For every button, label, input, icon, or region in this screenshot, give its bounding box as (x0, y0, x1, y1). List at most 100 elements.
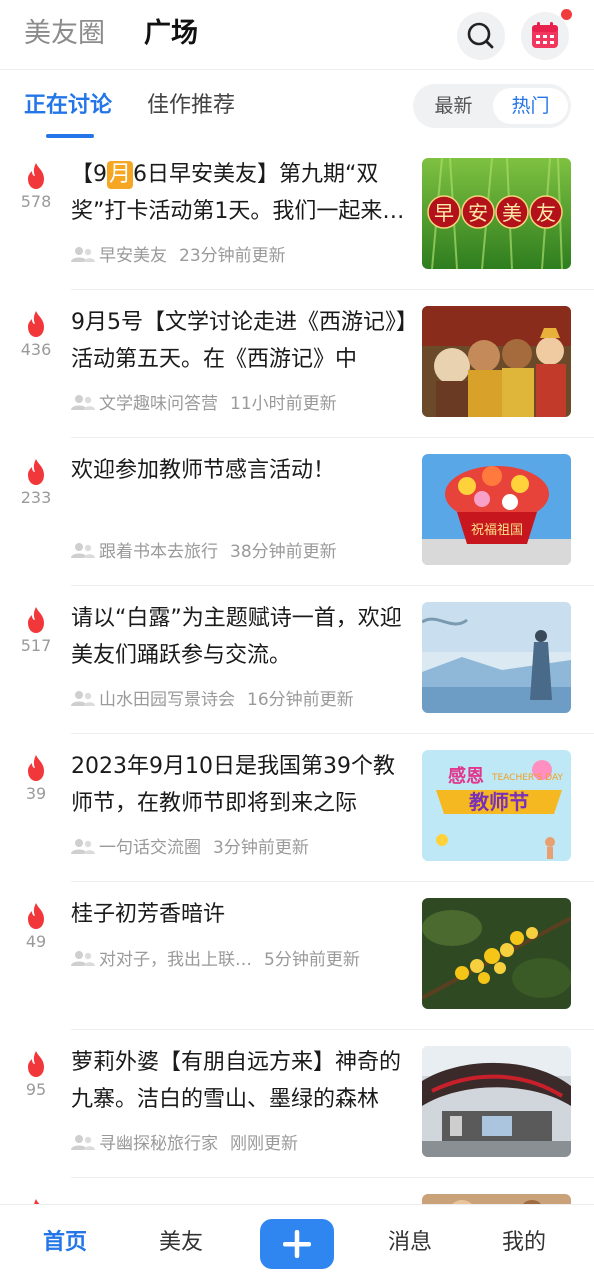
white-dew-painting-image (422, 602, 571, 713)
feed-item[interactable] (0, 1178, 594, 1204)
thumb-caption-zh: 教师节 (469, 790, 529, 814)
post-title[interactable]: 2023年9月10日是我国第39个教师节，在教师节即将到来之际 (71, 748, 407, 822)
post-thumbnail[interactable] (422, 1194, 571, 1204)
sub-tab-bar: 正在讨论 佳作推荐 最新 热门 (0, 70, 594, 142)
tab-meiyouquan[interactable]: 美友圈 (24, 14, 105, 54)
post-title[interactable]: 桂子初芳香暗许 (71, 896, 407, 933)
circle-name[interactable]: 文学趣味问答营 (99, 390, 218, 418)
fire-icon (28, 1051, 44, 1077)
plus-icon (283, 1230, 311, 1258)
nav-messages[interactable]: 消息 (388, 1225, 432, 1261)
circle-name[interactable]: 跟着书本去旅行 (99, 538, 218, 566)
top-bar: 美友圈 广场 (0, 0, 594, 70)
people-icon (71, 543, 95, 558)
circle-name[interactable]: 早安美友 (99, 242, 167, 270)
bottom-nav: 首页 美友 消息 我的 (0, 1204, 594, 1280)
partial-image (422, 1194, 571, 1204)
notification-dot (561, 9, 572, 20)
post-title[interactable]: 萝莉外婆【有朋自远方来】神奇的九寨。洁白的雪山、墨绿的森林 (71, 1044, 407, 1118)
post-meta: 山水田园写景诗会 16分钟前更新 (71, 686, 411, 714)
hot-count: 95 (25, 1080, 47, 1099)
hot-count: 49 (25, 932, 47, 951)
people-icon (71, 951, 95, 966)
thumb-caption: 感恩 (448, 765, 484, 787)
journey-west-image (422, 306, 571, 417)
post-title[interactable]: 9月5号【文学讨论走进《西游记》】活动第五天。在《西游记》中 (71, 304, 407, 378)
update-time: 23分钟前更新 (179, 246, 286, 266)
add-button[interactable] (260, 1219, 334, 1269)
fire-icon (28, 903, 44, 929)
post-thumbnail[interactable] (422, 898, 571, 1009)
search-button[interactable] (457, 12, 505, 60)
circle-name[interactable]: 山水田园写景诗会 (99, 686, 235, 714)
fire-icon (28, 607, 44, 633)
sort-toggle: 最新 热门 (413, 84, 571, 128)
thumb-char: 友 (536, 201, 556, 225)
people-icon (71, 247, 95, 262)
sort-hot-button[interactable]: 热门 (493, 88, 568, 124)
post-meta: 文学趣味问答营 11小时前更新 (71, 390, 411, 418)
hot-count: 233 (20, 488, 52, 507)
post-thumbnail[interactable]: 祝福祖国 (422, 454, 571, 565)
nav-mine[interactable]: 我的 (502, 1225, 546, 1261)
post-thumbnail[interactable]: 早 安 美 友 (422, 158, 571, 269)
update-time: 16分钟前更新 (247, 690, 354, 710)
post-meta: 跟着书本去旅行 38分钟前更新 (71, 538, 411, 566)
update-time: 刚刚更新 (230, 1134, 298, 1154)
post-title[interactable]: 【9月6日早安美友】第九期“双奖”打卡活动第1天。我们一起来早安打卡吧 (71, 156, 407, 230)
search-icon (467, 22, 494, 49)
people-icon (71, 839, 95, 854)
fire-icon (28, 163, 44, 189)
update-time: 11小时前更新 (230, 394, 337, 414)
circle-name[interactable]: 对对子，我出上联… (99, 946, 252, 974)
month-badge: 月 (107, 161, 134, 189)
post-thumbnail[interactable] (422, 1046, 571, 1157)
post-thumbnail[interactable] (422, 306, 571, 417)
feed-item[interactable]: 578 【9月6日早安美友】第九期“双奖”打卡活动第1天。我们一起来早安打卡吧 … (0, 142, 594, 290)
tab-recommended[interactable]: 佳作推荐 (147, 90, 235, 122)
hot-count: 517 (20, 636, 52, 655)
active-tab-indicator (46, 134, 94, 138)
hot-count: 578 (20, 192, 52, 211)
nav-home[interactable]: 首页 (43, 1225, 87, 1261)
hot-count: 39 (25, 784, 47, 803)
circle-name[interactable]: 寻幽探秘旅行家 (99, 1130, 218, 1158)
feed-item[interactable]: 436 9月5号【文学讨论走进《西游记》】活动第五天。在《西游记》中 文学趣味问… (0, 290, 594, 438)
people-icon (71, 395, 95, 410)
calendar-button[interactable] (521, 12, 569, 60)
tab-square[interactable]: 广场 (144, 14, 198, 54)
feed-item[interactable]: 49 桂子初芳香暗许 对对子，我出上联… 5分钟前更新 (0, 882, 594, 1030)
feed-item[interactable]: 233 欢迎参加教师节感言活动！ 跟着书本去旅行 38分钟前更新 祝福祖国 (0, 438, 594, 586)
thumb-caption-en: TEACHER'S DAY (491, 773, 563, 783)
post-title[interactable]: 请以“白露”为主题赋诗一首，欢迎美友们踊跃参与交流。 (71, 600, 407, 674)
post-meta: 寻幽探秘旅行家 刚刚更新 (71, 1130, 411, 1158)
calendar-icon (532, 22, 558, 48)
thumb-char: 早 (434, 201, 454, 225)
feed-item[interactable]: 517 请以“白露”为主题赋诗一首，欢迎美友们踊跃参与交流。 山水田园写景诗会 1… (0, 586, 594, 734)
feed-item[interactable]: 95 萝莉外婆【有朋自远方来】神奇的九寨。洁白的雪山、墨绿的森林 寻幽探秘旅行家… (0, 1030, 594, 1178)
feed-list: 578 【9月6日早安美友】第九期“双奖”打卡活动第1天。我们一起来早安打卡吧 … (0, 142, 594, 1204)
post-thumbnail[interactable]: 感恩 TEACHER'S DAY 教师节 (422, 750, 571, 861)
teachers-day-image: 感恩 TEACHER'S DAY 教师节 (422, 750, 571, 861)
thumb-char: 安 (468, 201, 488, 225)
fire-icon (28, 459, 44, 485)
people-icon (71, 1135, 95, 1150)
fire-icon (28, 755, 44, 781)
post-meta: 对对子，我出上联… 5分钟前更新 (71, 946, 411, 974)
post-title[interactable]: 欢迎参加教师节感言活动！ (71, 452, 407, 489)
thumb-char: 美 (502, 201, 522, 225)
circle-name[interactable]: 一句话交流圈 (99, 834, 201, 862)
hot-count: 436 (20, 340, 52, 359)
tab-discussing[interactable]: 正在讨论 (24, 90, 112, 122)
update-time: 5分钟前更新 (264, 950, 360, 970)
nav-friends[interactable]: 美友 (159, 1225, 203, 1261)
feed-item[interactable]: 39 2023年9月10日是我国第39个教师节，在教师节即将到来之际 一句话交流… (0, 734, 594, 882)
jiuzhai-building-image (422, 1046, 571, 1157)
thumb-caption: 祝福祖国 (471, 523, 523, 538)
post-meta: 一句话交流圈 3分钟前更新 (71, 834, 411, 862)
post-meta: 早安美友 23分钟前更新 (71, 242, 411, 270)
post-thumbnail[interactable] (422, 602, 571, 713)
update-time: 3分钟前更新 (213, 838, 309, 858)
post-title-text: 【9 (71, 162, 107, 187)
sort-newest-button[interactable]: 最新 (416, 88, 491, 124)
